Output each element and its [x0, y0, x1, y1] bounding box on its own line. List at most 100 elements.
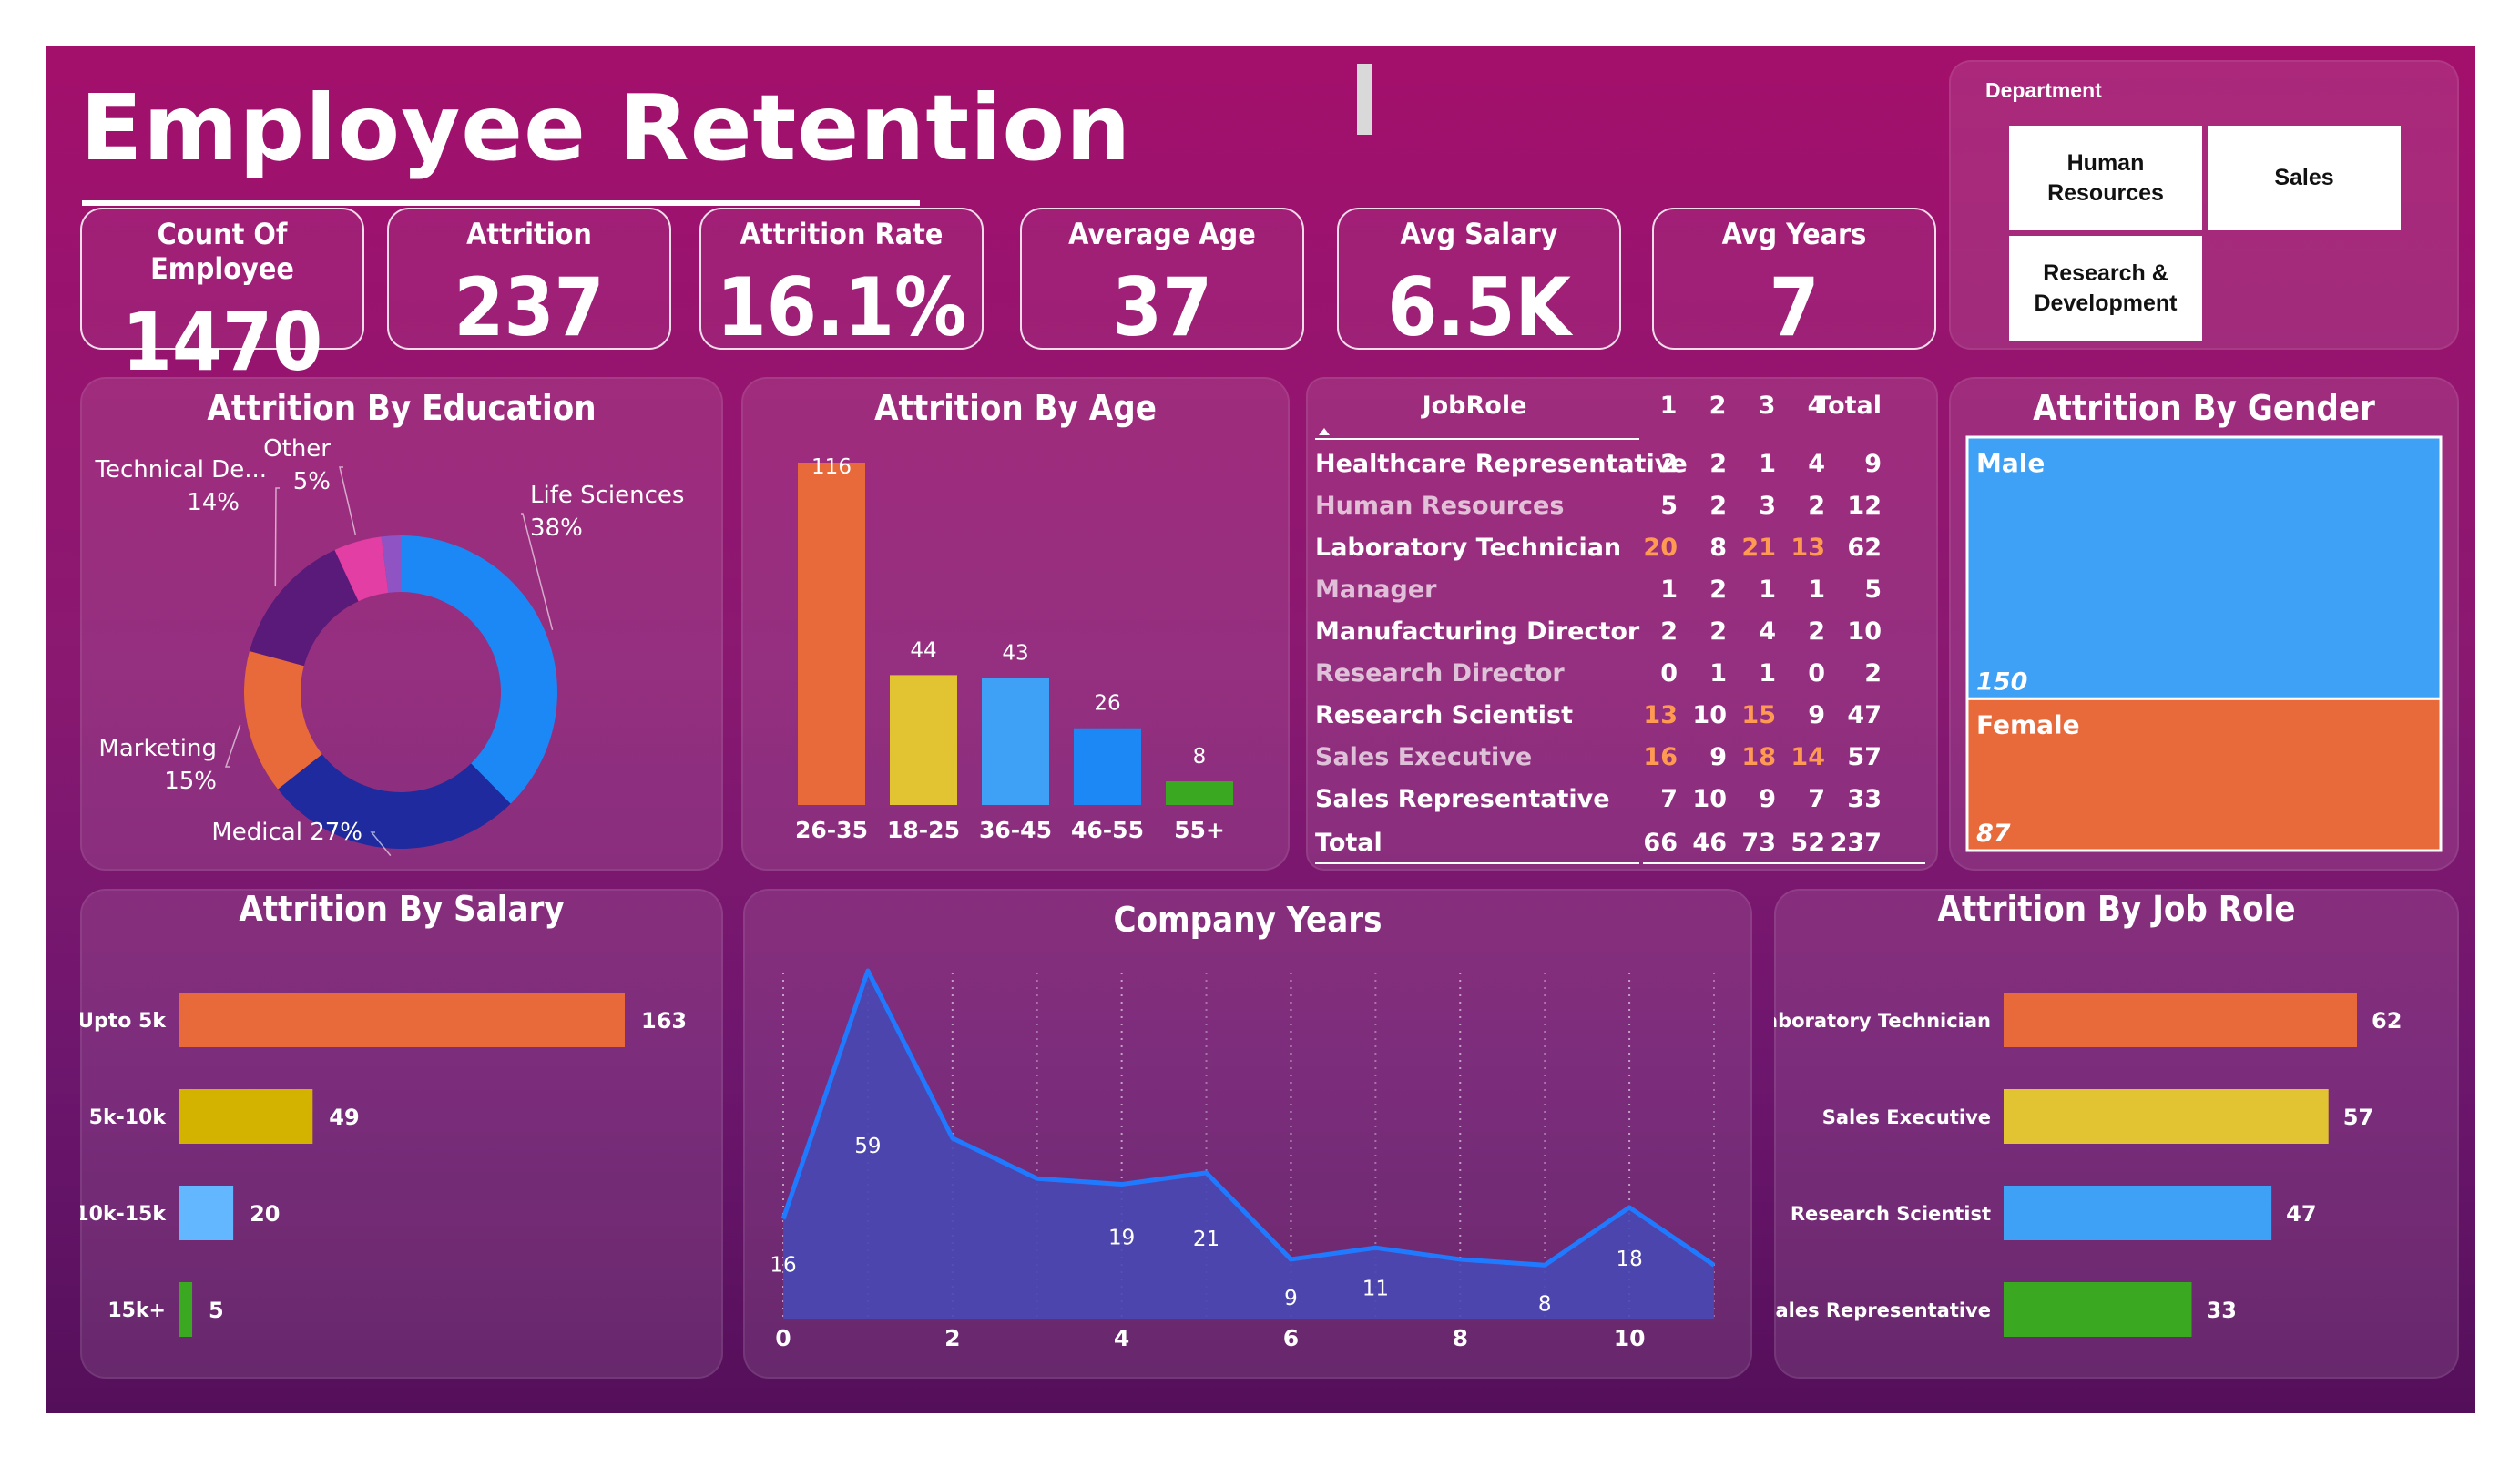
matrix-cell: 5	[1864, 576, 1882, 604]
matrix-cell: 0	[1808, 659, 1825, 688]
matrix-cell: 14	[1791, 743, 1825, 771]
kpi-label: Attrition	[466, 217, 592, 251]
jobrole-bar	[2004, 1089, 2329, 1144]
scroll-handle[interactable]	[1357, 64, 1372, 135]
age-tick-label: 55+	[1174, 817, 1225, 843]
matrix-cell: 10	[1847, 617, 1882, 646]
jobrole-bar	[2004, 1282, 2192, 1337]
salary-bar	[179, 1282, 193, 1337]
jobrole-matrix: JobRole 1 2 3 4 Total Healthcare Representativ…	[1306, 377, 1938, 871]
years-data-label: 8	[1538, 1292, 1552, 1316]
years-tick-label: 6	[1283, 1325, 1299, 1351]
jobrole-data-label: 62	[2372, 1008, 2402, 1034]
matrix-row-label: Manager	[1315, 576, 1437, 604]
education-label: Medical 27%	[211, 819, 362, 846]
matrix-cell: 15	[1741, 701, 1776, 729]
matrix-cell: 0	[1660, 659, 1678, 688]
matrix-header: Total	[1814, 392, 1882, 420]
years-tick-label: 4	[1114, 1325, 1129, 1351]
page-title: Employee Retention	[80, 75, 1132, 181]
jobrole-card: Attrition By Job Role Laboratory Technic…	[1774, 889, 2459, 1379]
salary-data-label: 20	[250, 1201, 280, 1227]
salary-category-label: Upto 5k	[80, 1010, 167, 1033]
slicer-option-human-resources[interactable]: Human Resources	[2009, 126, 2202, 230]
salary-category-label: 5k-10k	[89, 1106, 168, 1129]
years-area-chart: 0 2 4 6 8 10 16 59 19 21 9 11 8 18	[770, 968, 1716, 1351]
matrix-cell: 3	[1759, 492, 1776, 520]
age-data-label: 44	[910, 638, 936, 662]
matrix-row-label: Healthcare Representative	[1315, 450, 1688, 478]
matrix-cell: 47	[1847, 701, 1882, 729]
age-tick-label: 36-45	[979, 817, 1052, 843]
salary-bar	[179, 1186, 234, 1240]
age-bar	[1166, 781, 1233, 805]
kpi-avg-salary: Avg Salary 6.5K	[1337, 208, 1621, 350]
education-label: Life Sciences	[530, 482, 684, 509]
age-data-label: 116	[811, 455, 852, 479]
education-donut-chart: Life Sciences 38% Medical 27% Marketing 15% T…	[95, 435, 684, 857]
slicer-option-research-development[interactable]: Research & Development	[2009, 236, 2202, 341]
matrix-cell: 13	[1791, 534, 1825, 562]
jobrole-category-label: Research Scientist	[1791, 1203, 1991, 1225]
matrix-row-label: Laboratory Technician	[1315, 534, 1621, 562]
age-bar	[890, 675, 957, 805]
matrix-cell: 62	[1847, 534, 1882, 562]
kpi-label: Avg Years	[1721, 217, 1867, 251]
years-data-label: 19	[1108, 1227, 1135, 1250]
kpi-value: 6.5K	[1387, 260, 1571, 354]
matrix-row-label: Manufacturing Director	[1315, 617, 1640, 646]
salary-data-label: 49	[329, 1105, 359, 1130]
jobrole-data-label: 33	[2207, 1298, 2237, 1323]
age-data-label: 26	[1094, 692, 1120, 716]
salary-category-label: 15k+	[107, 1299, 166, 1322]
education-card: Attrition By Education Life Sciences 38% M…	[80, 377, 723, 871]
education-leader-line	[339, 466, 356, 535]
education-percent-label: 14%	[187, 489, 240, 516]
slicer-option-sales[interactable]: Sales	[2208, 126, 2401, 230]
salary-bar	[179, 1089, 313, 1144]
education-label: Marketing	[98, 735, 217, 762]
jobrole-data-label: 57	[2343, 1105, 2373, 1130]
matrix-header: 2	[1709, 392, 1727, 420]
jobrole-data-label: 47	[2286, 1201, 2316, 1227]
salary-bar	[179, 993, 625, 1047]
jobrole-category-label: Sales Executive	[1822, 1106, 1991, 1128]
matrix-cell: 2	[1660, 617, 1678, 646]
matrix-header: 1	[1660, 392, 1678, 420]
age-tick-label: 26-35	[795, 817, 868, 843]
matrix-cell: 33	[1847, 785, 1882, 813]
age-tick-label: 46-55	[1071, 817, 1144, 843]
matrix-cell: 2	[1808, 617, 1825, 646]
kpi-avg-years: Avg Years 7	[1652, 208, 1936, 350]
slicer-title: Department	[1985, 78, 2102, 102]
salary-data-label: 163	[641, 1008, 687, 1034]
matrix-cell: 1	[1808, 576, 1825, 604]
salary-card: Attrition By Salary Upto 5k 163 5k-10k 49 10…	[80, 889, 723, 1379]
years-card: Company Years 0 2 4 6 8 10 16 59 19 21 9 11 8 18	[743, 889, 1752, 1379]
matrix-total-cell: 73	[1741, 829, 1776, 857]
matrix-cell: 10	[1692, 785, 1727, 813]
years-data-label: 16	[770, 1254, 796, 1278]
matrix-row-label: Human Resources	[1315, 492, 1564, 520]
jobrole-bar	[2004, 1186, 2272, 1240]
matrix-row-label: Research Scientist	[1315, 701, 1573, 729]
years-area-fill	[783, 971, 1714, 1319]
matrix-cell: 1	[1660, 576, 1678, 604]
years-data-label: 18	[1616, 1248, 1642, 1271]
matrix-cell: 2	[1709, 576, 1727, 604]
age-bar-chart: 116 26-35 44 18-25 43 36-45 26 46-55 8 55+	[795, 455, 1233, 843]
matrix-cell: 2	[1709, 617, 1727, 646]
age-data-label: 8	[1193, 745, 1207, 769]
matrix-cell: 13	[1643, 701, 1678, 729]
kpi-label: Count Of Employee	[150, 217, 294, 286]
matrix-cell: 1	[1759, 576, 1776, 604]
gender-value-label: 87	[1976, 820, 2011, 848]
years-data-label: 9	[1284, 1287, 1298, 1310]
education-percent-label: 38%	[530, 515, 583, 542]
kpi-attrition: Attrition 237	[387, 208, 671, 350]
matrix-total-cell: 52	[1791, 829, 1825, 857]
gender-category-label: Female	[1976, 709, 2080, 739]
matrix-cell: 5	[1660, 492, 1678, 520]
matrix-total-cell: 46	[1692, 829, 1727, 857]
matrix-header: 3	[1759, 392, 1776, 420]
